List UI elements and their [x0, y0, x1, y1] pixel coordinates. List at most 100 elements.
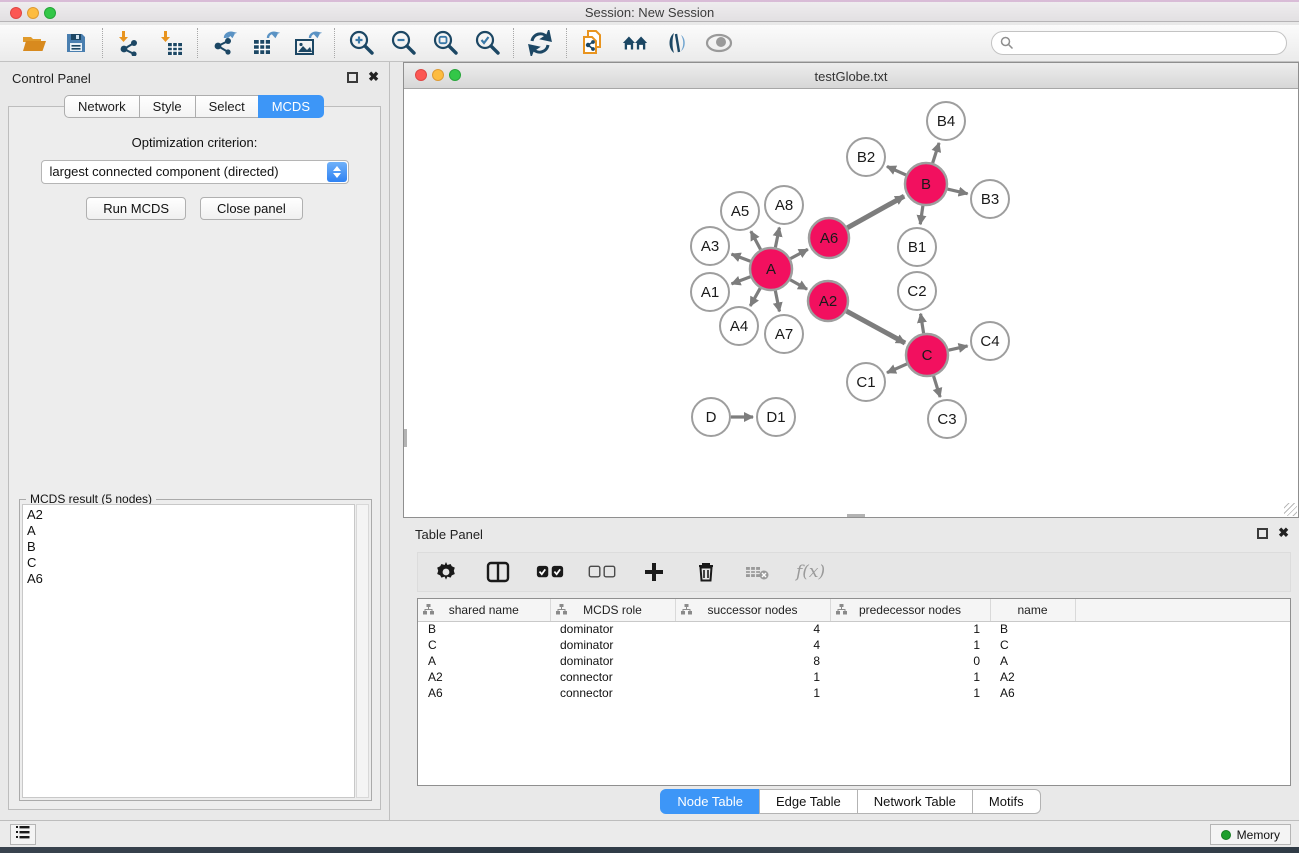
tab-style[interactable]: Style: [139, 95, 196, 118]
graph-node-label: D: [706, 409, 717, 426]
import-network-icon[interactable]: [115, 29, 143, 57]
graph-edge-C-C2[interactable]: [921, 314, 924, 334]
unselect-all-columns-icon[interactable]: [588, 558, 616, 586]
table-cell: A: [418, 653, 550, 669]
table-close-panel-icon[interactable]: ✖: [1278, 525, 1289, 541]
import-table-icon[interactable]: [157, 29, 185, 57]
clone-network-icon[interactable]: [579, 29, 607, 57]
column-header[interactable]: successor nodes: [675, 599, 830, 621]
zoom-fit-icon[interactable]: [431, 29, 459, 57]
table-row[interactable]: Bdominator41B: [418, 621, 1290, 637]
search-input[interactable]: [991, 31, 1287, 55]
style-brush-icon[interactable]: [663, 29, 691, 57]
main-toolbar: [0, 25, 1299, 62]
table-panel-title: Table Panel: [415, 527, 483, 542]
refresh-icon[interactable]: [526, 29, 554, 57]
mcds-result-scrollbar[interactable]: [356, 504, 369, 798]
zoom-out-icon[interactable]: [389, 29, 417, 57]
column-header[interactable]: shared name: [418, 599, 550, 621]
network-canvas[interactable]: B4B2BB3A8A5A6B1A3AC2A1A2A4A7C4CC1C3DD1: [404, 89, 1298, 517]
select-all-columns-icon[interactable]: [536, 558, 564, 586]
graph-edge-A-A7[interactable]: [775, 291, 779, 312]
graph-edge-A-A5[interactable]: [751, 231, 761, 249]
zoom-in-icon[interactable]: [347, 29, 375, 57]
table-cell: A6: [990, 685, 1075, 701]
tab-network-table[interactable]: Network Table: [857, 789, 973, 814]
table-row[interactable]: A2connector11A2: [418, 669, 1290, 685]
graph-edge-A6-B[interactable]: [847, 196, 904, 228]
table-row[interactable]: Adominator80A: [418, 653, 1290, 669]
network-window-titlebar[interactable]: testGlobe.txt: [404, 63, 1298, 89]
tab-mcds[interactable]: MCDS: [258, 95, 324, 118]
export-table-icon[interactable]: [252, 29, 280, 57]
window-titlebar: Session: New Session: [0, 0, 1299, 22]
graph-edge-A-A2[interactable]: [790, 280, 807, 289]
tab-network[interactable]: Network: [64, 95, 140, 118]
show-hide-graphics-details-icon[interactable]: [705, 29, 733, 57]
table-header-row[interactable]: shared nameMCDS rolesuccessor nodesprede…: [418, 599, 1290, 621]
graph-edge-C-C1[interactable]: [887, 364, 907, 373]
zoom-selected-icon[interactable]: [473, 29, 501, 57]
task-history-button[interactable]: [10, 824, 36, 845]
graph-edge-A2-C[interactable]: [846, 311, 905, 343]
graph-node-label: C2: [907, 283, 926, 300]
optimization-criterion-select[interactable]: largest connected component (directed): [41, 160, 349, 184]
show-hide-panels-icon[interactable]: [621, 29, 649, 57]
tab-node-table[interactable]: Node Table: [660, 789, 760, 814]
run-mcds-button[interactable]: Run MCDS: [86, 197, 186, 220]
result-item[interactable]: C: [23, 555, 354, 571]
close-panel-icon[interactable]: ✖: [368, 69, 379, 85]
close-panel-button[interactable]: Close panel: [200, 197, 303, 220]
graph-edge-B-B2[interactable]: [887, 166, 906, 175]
canvas-bottom-scrollthumb[interactable]: [847, 514, 865, 517]
network-window-title: testGlobe.txt: [404, 69, 1298, 84]
table-row[interactable]: A6connector11A6: [418, 685, 1290, 701]
mcds-result-list: A2ABCA6: [22, 504, 355, 798]
graph-edge-A-A3[interactable]: [732, 254, 751, 261]
graph-node-label: A: [766, 261, 776, 278]
search-icon: [1000, 36, 1014, 55]
export-image-icon[interactable]: [294, 29, 322, 57]
graph-edge-B-B4[interactable]: [933, 143, 939, 163]
save-session-icon[interactable]: [62, 29, 90, 57]
result-item[interactable]: A6: [23, 571, 354, 587]
table-float-panel-icon[interactable]: [1257, 528, 1268, 539]
graph-edge-A-A1[interactable]: [732, 277, 751, 284]
tab-select[interactable]: Select: [195, 95, 259, 118]
canvas-left-scrollthumb[interactable]: [404, 429, 407, 447]
table-cell: B: [990, 621, 1075, 637]
delete-table-icon[interactable]: [744, 558, 772, 586]
tab-motifs[interactable]: Motifs: [972, 789, 1041, 814]
column-header[interactable]: MCDS role: [550, 599, 675, 621]
node-table: shared nameMCDS rolesuccessor nodesprede…: [417, 598, 1291, 786]
result-item[interactable]: A: [23, 523, 354, 539]
graph-edge-A-A4[interactable]: [750, 288, 760, 306]
app-window: Session: New Session: [0, 0, 1299, 853]
table-cell: A6: [418, 685, 550, 701]
graph-node-label: C4: [980, 333, 999, 350]
result-item[interactable]: A2: [23, 507, 354, 523]
tab-edge-table[interactable]: Edge Table: [759, 789, 858, 814]
split-view-icon[interactable]: [484, 558, 512, 586]
result-item[interactable]: B: [23, 539, 354, 555]
table-settings-icon[interactable]: [432, 558, 460, 586]
table-row[interactable]: Cdominator41C: [418, 637, 1290, 653]
graph-edge-A-A8[interactable]: [775, 228, 779, 248]
column-header[interactable]: predecessor nodes: [830, 599, 990, 621]
graph-edge-B-B3[interactable]: [947, 189, 967, 194]
column-header[interactable]: name: [990, 599, 1075, 621]
add-column-icon[interactable]: [640, 558, 668, 586]
function-builder-icon[interactable]: f(x): [796, 562, 825, 582]
graph-edge-B-B1[interactable]: [920, 206, 923, 224]
export-network-icon[interactable]: [210, 29, 238, 57]
table-cell: connector: [550, 685, 675, 701]
graph-edge-C-C4[interactable]: [948, 346, 967, 350]
table-panel: Table Panel ✖: [403, 518, 1299, 820]
graph-edge-A-A6[interactable]: [790, 249, 807, 258]
delete-columns-icon[interactable]: [692, 558, 720, 586]
float-panel-icon[interactable]: [347, 72, 358, 83]
graph-edge-C-C3[interactable]: [934, 376, 941, 397]
network-resize-grip[interactable]: [1284, 503, 1297, 516]
open-session-icon[interactable]: [20, 29, 48, 57]
memory-button[interactable]: Memory: [1210, 824, 1291, 845]
